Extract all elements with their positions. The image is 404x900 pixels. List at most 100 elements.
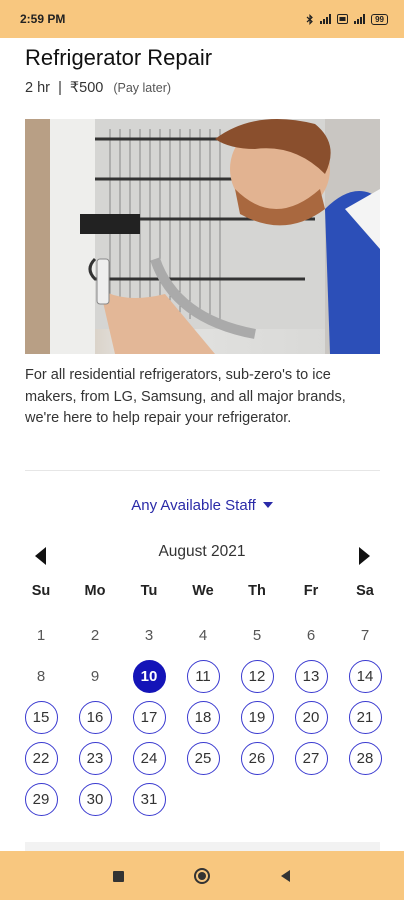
calendar-day[interactable]: 17 xyxy=(122,697,176,738)
weekday-label: We xyxy=(192,583,214,599)
weekday-label: Mo xyxy=(84,583,106,599)
home-circle-icon xyxy=(194,868,210,884)
calendar-day: 6 xyxy=(284,615,338,656)
calendar-day[interactable]: 27 xyxy=(284,738,338,779)
service-detail: Refrigerator Repair 2 hr | ₹500 (Pay lat… xyxy=(0,38,404,851)
calendar-day-label: 10 xyxy=(132,660,166,693)
calendar-day-label: 23 xyxy=(78,742,112,775)
calendar-day: 9 xyxy=(68,656,122,697)
service-description: For all residential refrigerators, sub-z… xyxy=(25,367,346,426)
price: ₹500 xyxy=(69,80,104,96)
calendar-day-label: 17 xyxy=(132,701,166,734)
calendar-day-label: 13 xyxy=(294,660,328,693)
home-button[interactable] xyxy=(191,865,213,887)
calendar-day-label: 20 xyxy=(294,701,328,734)
back-triangle-icon xyxy=(280,870,290,882)
calendar-day-label: 16 xyxy=(78,701,112,734)
calendar-day[interactable]: 24 xyxy=(122,738,176,779)
service-meta: 2 hr | ₹500 (Pay later) xyxy=(25,80,171,96)
calendar-day-label: 9 xyxy=(90,668,100,685)
hd-icon xyxy=(337,14,349,24)
calendar-day-label: 4 xyxy=(198,627,208,644)
weekday-label: Fr xyxy=(303,583,319,599)
calendar-day[interactable]: 19 xyxy=(230,697,284,738)
calendar-day-label: 2 xyxy=(90,627,100,644)
calendar-day[interactable]: 26 xyxy=(230,738,284,779)
calendar-header: August 2021 xyxy=(0,538,404,574)
calendar-days: 1 2 3 4 5 6 7 8 9 10 11 12 13 14 15 16 17 18 19 20 21 22 23 24 2… xyxy=(14,615,392,820)
calendar-day[interactable]: 22 xyxy=(14,738,68,779)
calendar-day-label: 22 xyxy=(24,742,58,775)
calendar-day-label: 11 xyxy=(186,660,220,693)
weekday-label: Tu xyxy=(140,583,158,599)
signal-icon xyxy=(320,14,332,24)
navigation-bar xyxy=(0,851,404,900)
calendar-day: 8 xyxy=(14,656,68,697)
calendar-day-label: 25 xyxy=(186,742,220,775)
chevron-right-icon xyxy=(358,547,370,565)
weekday-label: Sa xyxy=(356,583,374,599)
weekday-label: Th xyxy=(248,583,266,599)
calendar-day-label: 1 xyxy=(36,627,46,644)
service-photo xyxy=(25,119,380,354)
calendar-day-label: 27 xyxy=(294,742,328,775)
calendar-day[interactable]: 28 xyxy=(338,738,392,779)
weekday-label: Su xyxy=(31,583,51,599)
calendar-day: 1 xyxy=(14,615,68,656)
calendar-day-label: 12 xyxy=(240,660,274,693)
month-label: August 2021 xyxy=(158,543,246,560)
caret-down-icon xyxy=(262,502,273,508)
calendar-day-label: 31 xyxy=(132,783,166,816)
recents-button[interactable] xyxy=(107,865,129,887)
payment-note: (Pay later) xyxy=(113,81,172,95)
calendar-day-label: 14 xyxy=(348,660,382,693)
status-bar: 2:59 PM 99 xyxy=(0,0,404,38)
status-icons: 99 xyxy=(306,13,388,25)
calendar-day-label: 18 xyxy=(186,701,220,734)
calendar-day-label: 6 xyxy=(306,627,316,644)
calendar-day-label: 26 xyxy=(240,742,274,775)
calendar-day[interactable]: 20 xyxy=(284,697,338,738)
calendar-day[interactable]: 16 xyxy=(68,697,122,738)
staff-selector-label: Any Available Staff xyxy=(131,497,256,514)
calendar-day-selected[interactable]: 10 xyxy=(122,656,176,697)
status-time: 2:59 PM xyxy=(20,12,66,26)
calendar-day[interactable]: 29 xyxy=(14,779,68,820)
calendar-day: 2 xyxy=(68,615,122,656)
calendar-day-label: 7 xyxy=(360,627,370,644)
calendar-day[interactable]: 30 xyxy=(68,779,122,820)
calendar-day-label: 30 xyxy=(78,783,112,816)
recents-square-icon xyxy=(112,870,124,882)
calendar-day[interactable]: 21 xyxy=(338,697,392,738)
back-button[interactable] xyxy=(274,865,296,887)
signal-icon xyxy=(354,14,366,24)
calendar-day[interactable]: 23 xyxy=(68,738,122,779)
bluetooth-icon xyxy=(306,13,313,25)
calendar-day-label: 19 xyxy=(240,701,274,734)
next-month-button[interactable] xyxy=(354,546,374,566)
battery-icon: 99 xyxy=(371,13,388,25)
staff-selector[interactable]: Any Available Staff xyxy=(0,497,404,514)
meta-separator: | xyxy=(58,80,62,96)
calendar-day[interactable]: 25 xyxy=(176,738,230,779)
calendar-day[interactable]: 11 xyxy=(176,656,230,697)
calendar-day: 5 xyxy=(230,615,284,656)
calendar-day-label: 3 xyxy=(144,627,154,644)
duration: 2 hr xyxy=(25,80,50,96)
calendar-day[interactable]: 14 xyxy=(338,656,392,697)
calendar-day-label: 28 xyxy=(348,742,382,775)
calendar-day-label: 29 xyxy=(24,783,58,816)
calendar-day-label: 5 xyxy=(252,627,262,644)
calendar-day[interactable]: 12 xyxy=(230,656,284,697)
calendar-day[interactable]: 31 xyxy=(122,779,176,820)
calendar-day-label: 15 xyxy=(24,701,58,734)
divider xyxy=(25,470,380,471)
calendar-day-label: 8 xyxy=(36,668,46,685)
calendar-day[interactable]: 18 xyxy=(176,697,230,738)
calendar-day[interactable]: 15 xyxy=(14,697,68,738)
calendar-day: 3 xyxy=(122,615,176,656)
bottom-card-edge xyxy=(25,842,380,851)
calendar-day[interactable]: 13 xyxy=(284,656,338,697)
calendar-day: 7 xyxy=(338,615,392,656)
calendar-day: 4 xyxy=(176,615,230,656)
